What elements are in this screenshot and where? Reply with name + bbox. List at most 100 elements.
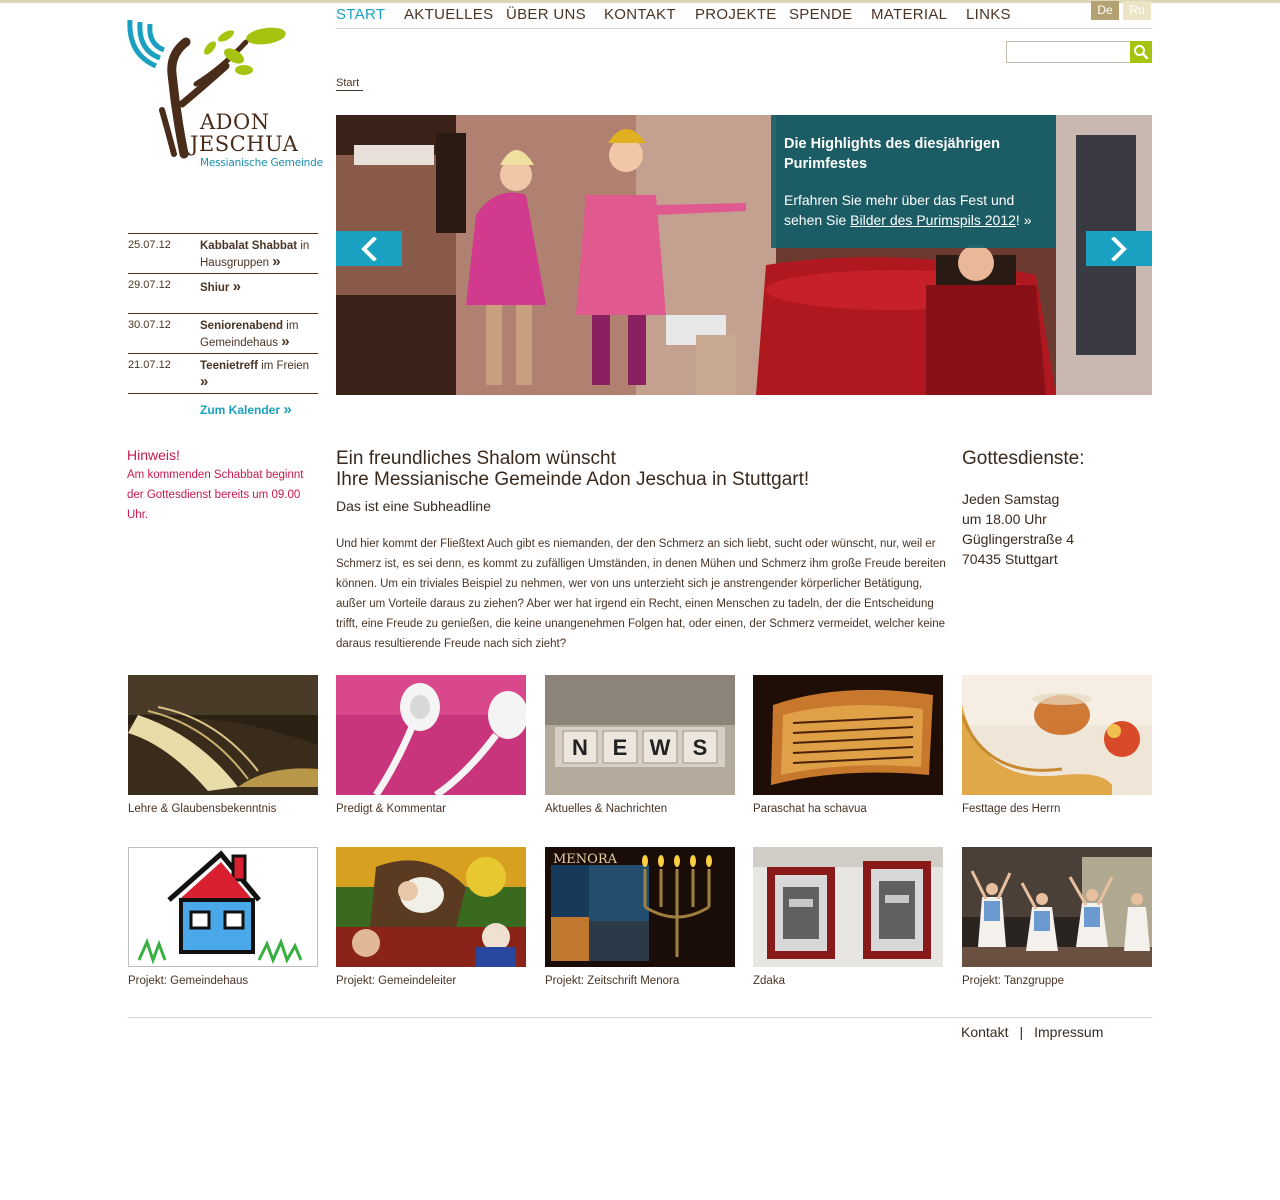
nav-item-aktuelles[interactable]: AKTUELLES bbox=[404, 6, 493, 23]
tile-label: Projekt: Zeitschrift Menora bbox=[545, 975, 680, 987]
tile-image-house-drawing bbox=[128, 847, 318, 967]
tile-gemeindehaus[interactable]: Projekt: Gemeindehaus bbox=[128, 847, 318, 987]
services-title: Gottesdienste: bbox=[962, 448, 1085, 469]
event-date: 29.07.12 bbox=[128, 279, 171, 291]
tile-gemeindeleiter[interactable]: Projekt: Gemeindeleiter bbox=[336, 847, 526, 987]
tile-image-news: N E W S bbox=[545, 675, 735, 795]
nav-item-spende[interactable]: SPENDE bbox=[789, 6, 853, 23]
nav-item-projekte[interactable]: PROJEKTE bbox=[695, 6, 777, 23]
page-body-text: Und hier kommt der Fließtext Auch gibt e… bbox=[336, 538, 946, 650]
event-item[interactable]: 21.07.12 Teenietreff im Freien » bbox=[128, 353, 318, 393]
slider-caption: Die Highlights des diesjährigen Purimfes… bbox=[771, 115, 1056, 248]
tile-news-letter: S bbox=[693, 735, 708, 760]
logo[interactable]: ADON JESCHUA Messianische Gemeinde bbox=[126, 14, 323, 174]
tile-label: Paraschat ha schavua bbox=[753, 803, 867, 815]
language-de-button[interactable]: De bbox=[1091, 1, 1119, 20]
tile-news-letter: N bbox=[572, 735, 588, 760]
event-date: 30.07.12 bbox=[128, 319, 171, 331]
event-title: Seniorenabend bbox=[200, 320, 284, 332]
services-box: Gottesdienste: Jeden Samstag um 18.00 Uh… bbox=[962, 448, 1152, 569]
event-text: Seniorenabend im Gemeindehaus » bbox=[200, 319, 318, 351]
tile-label: Aktuelles & Nachrichten bbox=[545, 803, 668, 815]
tile-news-letter: E bbox=[613, 735, 628, 760]
slider-caption-text: Erfahren Sie mehr über das Fest und sehe… bbox=[784, 190, 1043, 230]
tile-image-painting bbox=[336, 847, 526, 967]
calendar-link-label: Zum Kalender bbox=[200, 403, 281, 417]
tile-label: Zdaka bbox=[753, 975, 785, 987]
nav-item-material[interactable]: MATERIAL bbox=[871, 6, 947, 23]
slider-caption-title: Die Highlights des diesjährigen Purimfes… bbox=[784, 136, 1000, 172]
logo-word-adon: ADON bbox=[200, 110, 270, 134]
services-line: um 18.00 Uhr bbox=[962, 511, 1047, 527]
tile-label: Lehre & Glaubensbekenntnis bbox=[128, 803, 277, 815]
notice-text: Am kommenden Schabbat beginnt der Gottes… bbox=[127, 469, 304, 521]
tile-image-shofar bbox=[962, 675, 1152, 795]
tile-lehre[interactable]: Lehre & Glaubensbekenntnis bbox=[128, 675, 318, 815]
event-text: Kabbalat Shabbat in Hausgruppen » bbox=[200, 239, 318, 271]
double-chevron-right-icon: » bbox=[281, 333, 290, 350]
search-input[interactable] bbox=[1006, 41, 1131, 63]
calendar-link[interactable]: Zum Kalender » bbox=[200, 401, 292, 418]
tile-menora[interactable]: MENORA Projekt: Zeitschrift Menora bbox=[545, 847, 735, 987]
services-line: 70435 Stuttgart bbox=[962, 551, 1058, 567]
tile-news-letter: W bbox=[650, 735, 671, 760]
tile-paraschat[interactable]: Paraschat ha schavua bbox=[753, 675, 943, 815]
nav-item-start[interactable]: START bbox=[336, 6, 385, 23]
language-ru-button[interactable]: Ru bbox=[1123, 1, 1151, 20]
services-line: Güglingerstraße 4 bbox=[962, 531, 1075, 547]
double-chevron-right-icon: » bbox=[200, 373, 209, 390]
tile-image-dancers bbox=[962, 847, 1152, 967]
tile-image-tzedakah-boxes bbox=[753, 847, 943, 967]
event-item[interactable]: 29.07.12 Shiur » bbox=[128, 273, 318, 313]
double-chevron-right-icon: » bbox=[283, 401, 292, 418]
slider-prev-button[interactable] bbox=[336, 231, 402, 266]
nav-item-links[interactable]: LINKS bbox=[966, 6, 1011, 23]
main-content: Ein freundliches Shalom wünscht Ihre Mes… bbox=[336, 448, 946, 654]
top-border bbox=[0, 0, 1280, 3]
search-button[interactable] bbox=[1130, 41, 1152, 63]
tile-image-bible bbox=[128, 675, 318, 795]
tile-festtage[interactable]: Festtage des Herrn bbox=[962, 675, 1152, 815]
tile-label: Projekt: Gemeindehaus bbox=[128, 975, 249, 987]
tile-image-earphones bbox=[336, 675, 526, 795]
event-title: Kabbalat Shabbat bbox=[200, 240, 298, 252]
tile-label: Festtage des Herrn bbox=[962, 803, 1061, 815]
notice-box: Hinweis! Am kommenden Schabbat beginnt d… bbox=[127, 447, 317, 525]
event-item[interactable]: 25.07.12 Kabbalat Shabbat in Hausgruppen… bbox=[128, 233, 318, 273]
services-line: Jeden Samstag bbox=[962, 491, 1060, 507]
event-detail: im Freien bbox=[257, 360, 310, 372]
page-subheadline: Das ist eine Subheadline bbox=[336, 498, 491, 514]
chevron-left-icon bbox=[361, 237, 377, 261]
event-title: Teenietreff bbox=[200, 360, 258, 372]
double-chevron-right-icon: » bbox=[232, 278, 241, 295]
event-list: 25.07.12 Kabbalat Shabbat in Hausgruppen… bbox=[128, 233, 318, 418]
footer-divider bbox=[128, 1017, 1152, 1018]
event-list-divider bbox=[128, 393, 318, 394]
menora-logo-text: MENORA bbox=[553, 852, 618, 867]
tile-aktuelles[interactable]: N E W S Aktuelles & Nachrichten bbox=[545, 675, 735, 815]
tile-zdaka[interactable]: Zdaka bbox=[753, 847, 943, 987]
logo-subtitle: Messianische Gemeinde bbox=[200, 157, 323, 169]
nav-item-ueber-uns[interactable]: ÜBER UNS bbox=[506, 6, 586, 23]
tile-tanzgruppe[interactable]: Projekt: Tanzgruppe bbox=[962, 847, 1152, 987]
main-nav: START AKTUELLES ÜBER UNS KONTAKT PROJEKT… bbox=[336, 4, 1152, 29]
page-title: Ein freundliches Shalom wünscht Ihre Mes… bbox=[336, 448, 946, 490]
event-item[interactable]: 30.07.12 Seniorenabend im Gemeindehaus » bbox=[128, 313, 318, 353]
chevron-right-icon bbox=[1111, 237, 1127, 261]
hero-slider: Die Highlights des diesjährigen Purimfes… bbox=[336, 115, 1152, 395]
footer-link-impressum[interactable]: Impressum bbox=[1034, 1024, 1103, 1040]
breadcrumb[interactable]: Start bbox=[336, 77, 364, 91]
footer-link-kontakt[interactable]: Kontakt bbox=[961, 1024, 1008, 1040]
logo-word-jeschua: JESCHUA bbox=[190, 132, 299, 156]
tile-label: Projekt: Gemeindeleiter bbox=[336, 975, 457, 987]
page-title-line2: Ihre Messianische Gemeinde Adon Jeschua … bbox=[336, 469, 810, 490]
slider-caption-link[interactable]: Bilder des Purimspils 2012 bbox=[850, 212, 1016, 228]
tile-predigt[interactable]: Predigt & Kommentar bbox=[336, 675, 526, 815]
tile-image-menora-magazine: MENORA bbox=[545, 847, 735, 967]
nav-item-kontakt[interactable]: KONTAKT bbox=[604, 6, 676, 23]
event-title: Shiur bbox=[200, 282, 230, 294]
event-text: Shiur » bbox=[200, 279, 318, 296]
search-box bbox=[1006, 41, 1152, 63]
slider-next-button[interactable] bbox=[1086, 231, 1152, 266]
slider-caption-end: ! » bbox=[1015, 212, 1032, 228]
